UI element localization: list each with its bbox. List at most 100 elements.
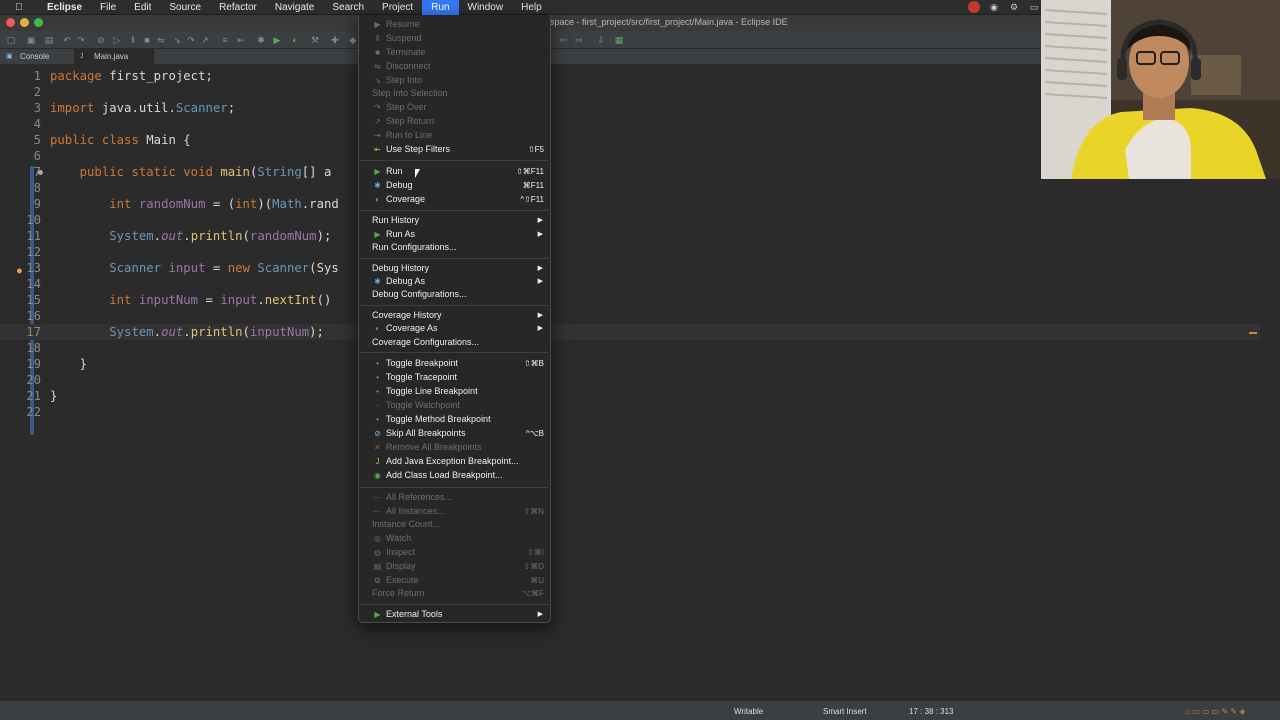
step-over-icon[interactable]: ↷ bbox=[186, 35, 196, 45]
apple-icon[interactable]:  bbox=[12, 2, 26, 13]
line-number[interactable]: 6 bbox=[0, 148, 41, 164]
menu-source[interactable]: Source bbox=[160, 0, 210, 15]
menu-item-debug-configurations[interactable]: Debug Configurations... bbox=[359, 288, 550, 301]
menu-item-debug[interactable]: ✱ Debug ⌘F11 bbox=[359, 179, 550, 192]
step-into-icon[interactable]: ↘ bbox=[172, 35, 182, 45]
code-line[interactable]: 10 bbox=[0, 212, 1260, 228]
coverage-icon[interactable]: ◐ bbox=[290, 35, 300, 45]
code-line[interactable]: 13 Scanner input = new Scanner(Sys ● bbox=[0, 260, 1260, 276]
line-number[interactable]: 22 bbox=[0, 404, 41, 420]
code-line[interactable]: 15 int inputNum = input.nextInt() bbox=[0, 292, 1260, 308]
skip-breakpoints-icon[interactable]: ⊘ bbox=[96, 35, 106, 45]
menu-item-coverage-configurations[interactable]: Coverage Configurations... bbox=[359, 336, 550, 349]
line-number[interactable]: 2 bbox=[0, 84, 41, 100]
menu-item-toggle-line-breakpoint[interactable]: • Toggle Line Breakpoint bbox=[359, 385, 550, 398]
external-tools-icon[interactable]: ⚒ bbox=[310, 35, 320, 45]
line-number[interactable]: 14 bbox=[0, 276, 41, 292]
code-line[interactable]: 18 bbox=[0, 340, 1260, 356]
menu-item-toggle-method-breakpoint[interactable]: • Toggle Method Breakpoint bbox=[359, 413, 550, 426]
code-line[interactable]: 22 bbox=[0, 404, 1260, 420]
line-number[interactable]: 19 bbox=[0, 356, 41, 372]
new-java-project-icon[interactable]: ✚ bbox=[330, 35, 340, 45]
line-number[interactable]: 15 bbox=[0, 292, 41, 308]
code-line[interactable]: 9 int randomNum = (int)(Math.rand bbox=[0, 196, 1260, 212]
code-line[interactable]: 14 bbox=[0, 276, 1260, 292]
close-window-button[interactable] bbox=[6, 18, 15, 27]
line-number[interactable]: 4 bbox=[0, 116, 41, 132]
override-marker-icon[interactable] bbox=[38, 170, 43, 175]
code-line[interactable]: 8 bbox=[0, 180, 1260, 196]
menu-item-run-history[interactable]: Run History ▶ bbox=[359, 214, 550, 227]
save-all-icon[interactable]: ▤ bbox=[44, 35, 54, 45]
status-app-icon[interactable] bbox=[968, 1, 980, 13]
status-settings-icon[interactable]: ⚙ bbox=[1008, 1, 1020, 13]
menu-item-use-step-filters[interactable]: ⇤ Use Step Filters ⇧F5 bbox=[359, 143, 550, 156]
menu-project[interactable]: Project bbox=[373, 0, 422, 15]
code-line[interactable]: 20 bbox=[0, 372, 1260, 388]
new-package-icon[interactable]: ◆ bbox=[348, 35, 358, 45]
minimize-window-button[interactable] bbox=[20, 18, 29, 27]
menu-item-toggle-breakpoint[interactable]: • Toggle Breakpoint ⇧⌘B bbox=[359, 357, 550, 370]
forward-icon[interactable]: ⇨ bbox=[574, 35, 584, 45]
code-line[interactable]: 17 System.out.println(inputNum); bbox=[0, 324, 1260, 340]
warning-bulb-icon[interactable]: ● bbox=[17, 263, 25, 275]
redo-icon[interactable]: ↷ bbox=[76, 35, 86, 45]
menu-item-add-class-load-breakpoint[interactable]: ◉ Add Class Load Breakpoint... bbox=[359, 469, 550, 482]
undo-icon[interactable]: ↶ bbox=[62, 35, 72, 45]
line-number[interactable]: 16 bbox=[0, 308, 41, 324]
back-icon[interactable]: ⇦ bbox=[558, 35, 568, 45]
menu-window[interactable]: Window bbox=[459, 0, 513, 15]
menu-item-run-as[interactable]: ▶ Run As ▶ bbox=[359, 228, 550, 241]
save-icon[interactable]: ▣ bbox=[26, 35, 36, 45]
menu-item-debug-as[interactable]: ✱ Debug As ▶ bbox=[359, 275, 550, 288]
menu-item-debug-history[interactable]: Debug History ▶ bbox=[359, 262, 550, 275]
line-number[interactable]: 7 bbox=[0, 164, 41, 180]
menu-edit[interactable]: Edit bbox=[125, 0, 160, 15]
new-icon[interactable]: ▢ bbox=[6, 35, 16, 45]
menu-item-coverage-as[interactable]: ◐ Coverage As ▶ bbox=[359, 322, 550, 335]
line-number[interactable]: 9 bbox=[0, 196, 41, 212]
menu-item-coverage-history[interactable]: Coverage History ▶ bbox=[359, 309, 550, 322]
menu-item-run[interactable]: ▶ Run ⇧⌘F11 bbox=[359, 165, 550, 178]
code-line[interactable]: 12 bbox=[0, 244, 1260, 260]
tab-console[interactable]: ▣ Console bbox=[0, 49, 74, 65]
perspective-icon[interactable]: ▦ bbox=[614, 35, 624, 45]
menu-refactor[interactable]: Refactor bbox=[210, 0, 266, 15]
menu-item-add-java-exception-breakpoint[interactable]: J Add Java Exception Breakpoint... bbox=[359, 455, 550, 468]
line-number[interactable]: 3 bbox=[0, 100, 41, 116]
suspend-icon[interactable]: ‖ bbox=[128, 35, 138, 45]
menu-item-external-tools[interactable]: ▶ External Tools ▶ bbox=[359, 608, 550, 621]
menu-help[interactable]: Help bbox=[512, 0, 551, 15]
menu-item-toggle-tracepoint[interactable]: • Toggle Tracepoint bbox=[359, 371, 550, 384]
status-window-icon[interactable]: ▭ bbox=[1028, 1, 1040, 13]
code-line[interactable]: 16 bbox=[0, 308, 1260, 324]
line-number[interactable]: 11 bbox=[0, 228, 41, 244]
line-number[interactable]: 8 bbox=[0, 180, 41, 196]
line-number[interactable]: 10 bbox=[0, 212, 41, 228]
menu-run[interactable]: Run bbox=[422, 0, 459, 15]
code-line[interactable]: 21} bbox=[0, 388, 1260, 404]
menu-search[interactable]: Search bbox=[323, 0, 373, 15]
zoom-window-button[interactable] bbox=[34, 18, 43, 27]
code-line[interactable]: 11 System.out.println(randomNum); bbox=[0, 228, 1260, 244]
terminate-icon[interactable]: ■ bbox=[142, 35, 152, 45]
menu-navigate[interactable]: Navigate bbox=[266, 0, 323, 15]
run-icon[interactable]: ▶ bbox=[272, 35, 282, 45]
step-return-icon[interactable]: ↗ bbox=[200, 35, 210, 45]
line-number[interactable]: 17 bbox=[0, 324, 41, 340]
next-annotation-icon[interactable]: ⇩ bbox=[596, 35, 606, 45]
debug-icon[interactable]: ✱ bbox=[256, 35, 266, 45]
menu-item-coverage[interactable]: ◐ Coverage ^⇧F11 bbox=[359, 193, 550, 206]
line-number[interactable]: 1 bbox=[0, 68, 41, 84]
line-number[interactable]: 5 bbox=[0, 132, 41, 148]
menu-file[interactable]: File bbox=[91, 0, 125, 15]
overview-ruler-marker[interactable] bbox=[1249, 332, 1257, 334]
use-step-filters-icon[interactable]: ⇤ bbox=[236, 35, 246, 45]
status-tool-icons[interactable]: ⌂ ▭ ▭ ▭ ✎ ✎ ◈ bbox=[1185, 707, 1245, 716]
line-number[interactable]: 21 bbox=[0, 388, 41, 404]
tab-main-java[interactable]: J Main.java bbox=[74, 49, 154, 65]
code-line[interactable]: 19 } bbox=[0, 356, 1260, 372]
line-number[interactable]: 20 bbox=[0, 372, 41, 388]
drop-to-frame-icon[interactable]: ≡ bbox=[220, 35, 230, 45]
line-number[interactable]: 18 bbox=[0, 340, 41, 356]
